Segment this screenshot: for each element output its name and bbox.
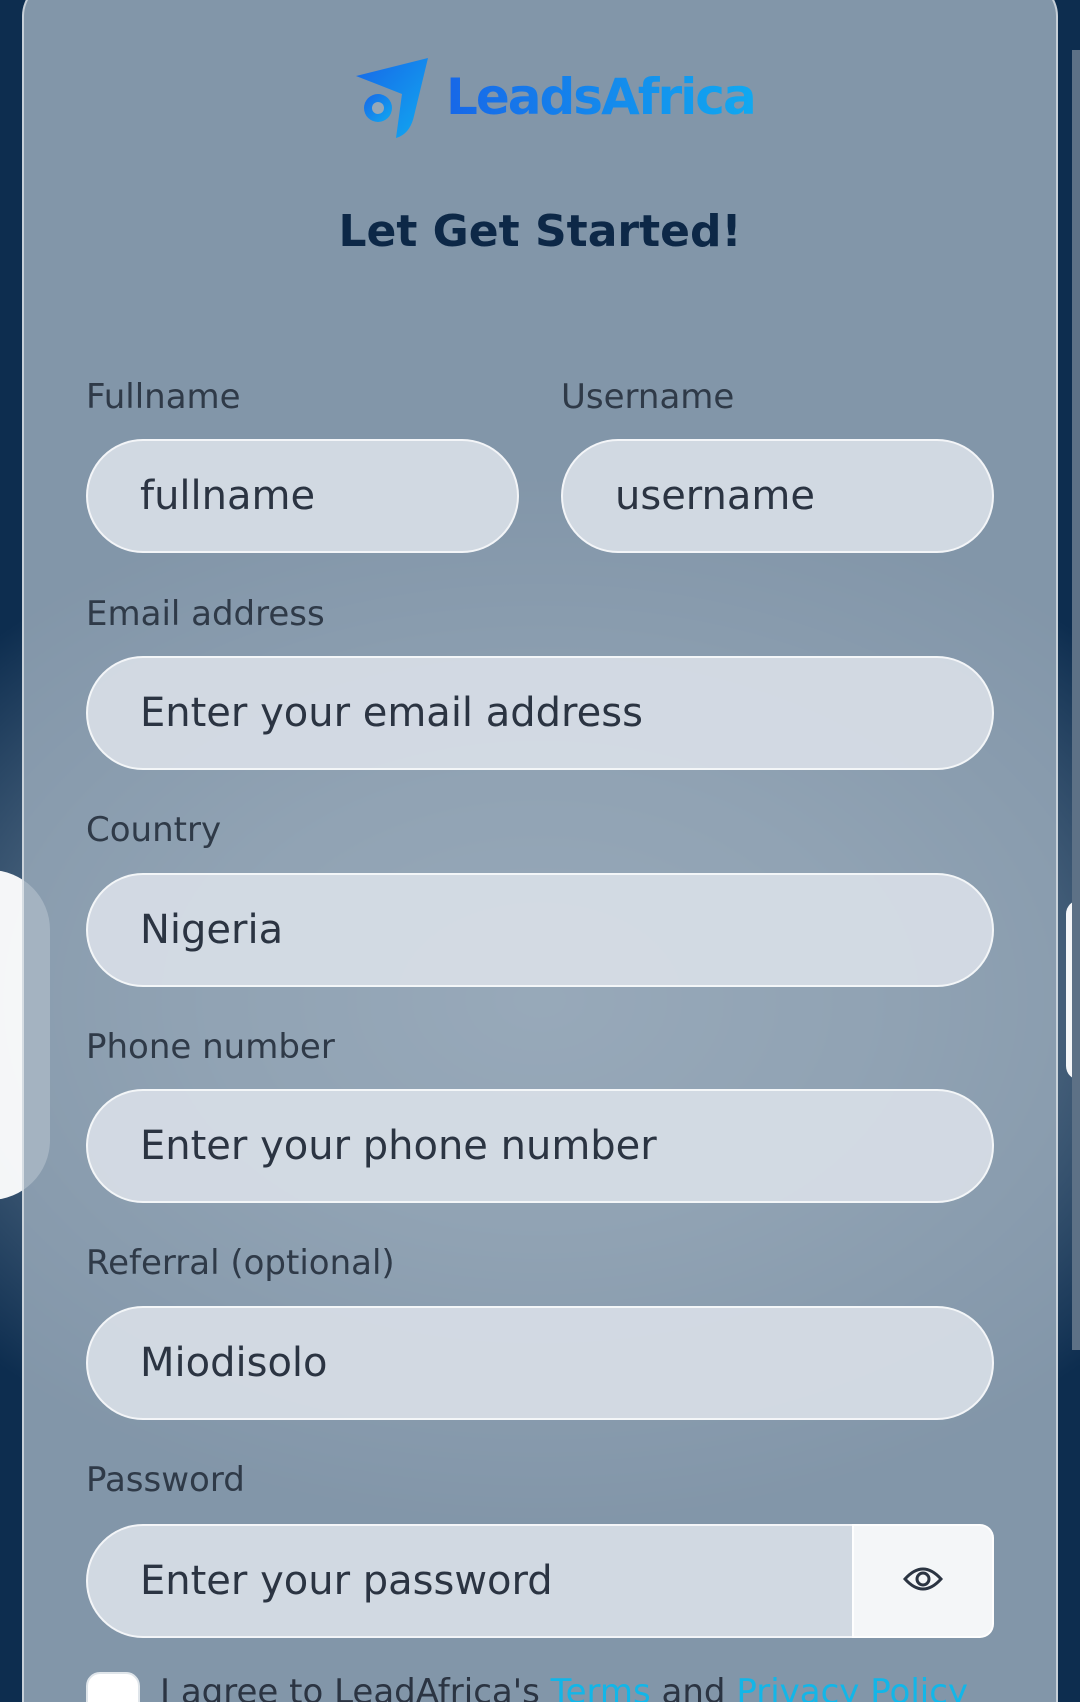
country-label: Country — [86, 810, 222, 850]
phone-input[interactable]: Enter your phone number — [86, 1089, 994, 1203]
privacy-policy-link[interactable]: Privacy Policy — [736, 1672, 968, 1702]
referral-value: Miodisolo — [140, 1340, 328, 1386]
referral-input[interactable]: Miodisolo — [86, 1306, 994, 1420]
fullname-input[interactable]: fullname — [86, 439, 519, 553]
phone-label: Phone number — [86, 1027, 335, 1067]
brand-name: LeadsAfrica — [446, 68, 757, 126]
password-input[interactable]: Enter your password — [86, 1524, 854, 1638]
username-input[interactable]: username — [561, 439, 994, 553]
country-select[interactable]: Nigeria — [86, 873, 994, 987]
fullname-label: Fullname — [86, 377, 241, 417]
fullname-placeholder: fullname — [140, 473, 316, 519]
password-placeholder: Enter your password — [140, 1558, 553, 1604]
brand-logo[interactable]: LeadsAfrica — [348, 54, 757, 140]
leadsafrica-logo-icon — [348, 54, 434, 140]
country-value: Nigeria — [140, 907, 284, 953]
password-visibility-toggle[interactable] — [852, 1524, 994, 1638]
agreement-and: and — [661, 1672, 726, 1702]
agree-checkbox[interactable] — [86, 1672, 140, 1702]
username-placeholder: username — [615, 473, 815, 519]
username-label: Username — [561, 377, 735, 417]
page-title: Let Get Started! — [338, 206, 742, 257]
referral-label: Referral (optional) — [86, 1243, 395, 1283]
email-input[interactable]: Enter your email address — [86, 656, 994, 770]
password-label: Password — [86, 1460, 245, 1500]
phone-placeholder: Enter your phone number — [140, 1123, 657, 1169]
agreement-prefix: I agree to LeadAfrica's — [160, 1672, 540, 1702]
email-label: Email address — [86, 594, 325, 634]
terms-link[interactable]: Terms — [551, 1672, 651, 1702]
email-placeholder: Enter your email address — [140, 690, 643, 736]
eye-icon — [902, 1565, 944, 1597]
agreement-text: I agree to LeadAfrica's Terms and Privac… — [160, 1672, 968, 1702]
